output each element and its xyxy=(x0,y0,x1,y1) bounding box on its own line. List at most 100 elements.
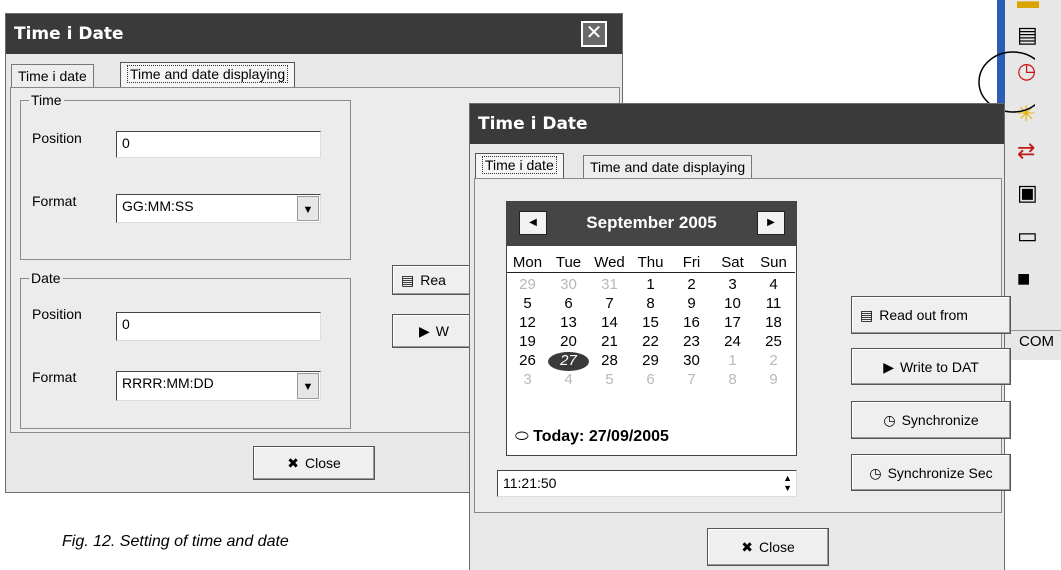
calendar-day[interactable]: 3 xyxy=(507,371,548,390)
calendar-day[interactable]: 3 xyxy=(712,276,753,295)
week-row: 29 30 31 1 2 3 4 xyxy=(507,276,795,295)
synchronize-sec-button[interactable]: ◷ Synchronize Sec xyxy=(851,454,1011,491)
format-label: Format xyxy=(32,369,77,385)
tab-time-i-date[interactable]: Time i date xyxy=(475,153,564,179)
calendar-day[interactable]: 7 xyxy=(671,371,712,390)
date-position-input[interactable]: 0 xyxy=(116,312,321,341)
position-label: Position xyxy=(32,130,82,146)
chevron-down-icon[interactable]: ▼ xyxy=(297,196,319,221)
calendar-day[interactable]: 5 xyxy=(589,371,630,390)
tab-time-and-date-displaying[interactable]: Time and date displaying xyxy=(583,155,753,179)
calendar-day[interactable]: 20 xyxy=(548,333,589,352)
selected-day[interactable]: 27 xyxy=(548,352,589,371)
tab-time-i-date[interactable]: Time i date xyxy=(11,64,94,88)
calendar-day[interactable]: 29 xyxy=(507,276,548,295)
close-icon[interactable]: ✕ xyxy=(581,21,607,47)
read-out-button[interactable]: ▤ Read out from xyxy=(851,296,1011,334)
position-label: Position xyxy=(32,306,82,322)
calendar-day[interactable]: 24 xyxy=(712,333,753,352)
clock-icon: ◷ xyxy=(869,465,882,481)
calendar-grid: Mon Tue Wed Thu Fri Sat Sun 29 30 31 1 2… xyxy=(507,254,795,390)
select-value: GG:MM:SS xyxy=(122,198,194,214)
today-link[interactable]: ⬭ Today: 27/09/2005 xyxy=(515,428,669,446)
calendar-day[interactable]: 30 xyxy=(671,352,712,371)
calendar-day[interactable]: 1 xyxy=(630,276,671,295)
spin-arrows-icon[interactable]: ▲ ▼ xyxy=(783,473,792,493)
time-input[interactable]: 11:21:50 ▲ ▼ xyxy=(497,470,797,497)
group-legend: Date xyxy=(29,270,63,286)
figure-caption: Fig. 12. Setting of time and date xyxy=(62,533,289,550)
week-row: 12 13 14 15 16 17 18 xyxy=(507,314,795,333)
calendar-day[interactable]: 21 xyxy=(589,333,630,352)
time-position-input[interactable]: 0 xyxy=(116,131,321,158)
calendar-day[interactable]: 11 xyxy=(753,295,794,314)
week-row: 19 20 21 22 23 24 25 xyxy=(507,333,795,352)
calendar-day[interactable]: 13 xyxy=(548,314,589,333)
calendar-day[interactable]: 8 xyxy=(712,371,753,390)
write-button[interactable]: ▶ Write to DAT xyxy=(851,348,1011,385)
time-format-select[interactable]: GG:MM:SS ▼ xyxy=(116,194,321,223)
calendar-day[interactable]: 19 xyxy=(507,333,548,352)
calendar-day[interactable]: 30 xyxy=(548,276,589,295)
calendar-header: September 2005 xyxy=(507,202,796,246)
weekday-label: Tue xyxy=(555,254,582,271)
calendar-day[interactable]: 6 xyxy=(548,295,589,314)
x-icon: ✖ xyxy=(741,539,753,555)
calendar-day[interactable]: 4 xyxy=(548,371,589,390)
week-row: 5 6 7 8 9 10 11 xyxy=(507,295,795,314)
left-arrow-icon[interactable]: ◀ xyxy=(519,211,547,235)
right-arrow-icon[interactable]: ▶ xyxy=(757,211,785,235)
calendar-day[interactable]: 8 xyxy=(630,295,671,314)
write-icon: ▶ xyxy=(883,359,894,375)
window-title: Time i Date xyxy=(6,14,622,54)
calendar-day[interactable]: 10 xyxy=(712,295,753,314)
calendar-day[interactable]: 18 xyxy=(753,314,794,333)
calendar-day[interactable]: 7 xyxy=(589,295,630,314)
tab-panel: September 2005 ◀ ▶ Mon Tue Wed Thu Fri S… xyxy=(474,178,1011,513)
calendar-day[interactable]: 23 xyxy=(671,333,712,352)
weekday-label: Mon xyxy=(512,254,543,271)
write-icon: ▶ xyxy=(419,323,430,339)
front-window: Time i Date Time i date Time and date di… xyxy=(469,103,1011,570)
calendar-day[interactable]: 4 xyxy=(753,276,794,295)
com-status: COM xyxy=(1019,333,1054,350)
calendar-day[interactable]: 25 xyxy=(753,333,794,352)
date-format-select[interactable]: RRRR:MM:DD ▼ xyxy=(116,371,321,401)
weekday-row: Mon Tue Wed Thu Fri Sat Sun xyxy=(507,254,795,273)
copy-icon[interactable]: ▣ xyxy=(1017,180,1049,212)
calendar-day[interactable]: 9 xyxy=(753,371,794,390)
weekday-label: Wed xyxy=(594,254,625,271)
calendar-day[interactable]: 6 xyxy=(630,371,671,390)
tab-time-and-date-displaying[interactable]: Time and date displaying xyxy=(120,62,296,88)
time-group: Time Position 0 Format GG:MM:SS ▼ xyxy=(20,92,351,260)
read-icon: ▤ xyxy=(401,272,415,288)
transfer-arrows-icon[interactable]: ⇄ xyxy=(1017,138,1049,170)
calendar-day[interactable]: 29 xyxy=(630,352,671,371)
save-icon[interactable]: ■ xyxy=(1017,266,1049,298)
calendar-day[interactable]: 17 xyxy=(712,314,753,333)
close-button[interactable]: ✖ Close xyxy=(707,528,829,566)
calendar-day[interactable]: 2 xyxy=(671,276,712,295)
calendar-day[interactable]: 12 xyxy=(507,314,548,333)
group-legend: Time xyxy=(29,92,64,108)
calendar-day[interactable]: 1 xyxy=(712,352,753,371)
synchronize-button[interactable]: ◷ Synchronize xyxy=(851,401,1011,439)
clock-icon: ◷ xyxy=(883,412,896,428)
calendar-day[interactable]: 5 xyxy=(507,295,548,314)
calendar-day[interactable]: 14 xyxy=(589,314,630,333)
close-button[interactable]: ✖ Close xyxy=(253,446,375,480)
calendar-day[interactable]: 15 xyxy=(630,314,671,333)
calendar-day[interactable]: 31 xyxy=(589,276,630,295)
date-group: Date Position 0 Format RRRR:MM:DD ▼ xyxy=(20,270,351,429)
folder-icon[interactable]: ▬ xyxy=(1017,0,1049,20)
calendar-day[interactable]: 9 xyxy=(671,295,712,314)
calendar-day[interactable]: 16 xyxy=(671,314,712,333)
calendar-day[interactable]: 26 xyxy=(507,352,548,371)
open-folder-icon[interactable]: ▭ xyxy=(1017,223,1049,255)
calendar-day[interactable]: 22 xyxy=(630,333,671,352)
calendar-day[interactable]: 2 xyxy=(753,352,794,371)
weekday-label: Thu xyxy=(637,254,664,271)
calendar-day[interactable]: 28 xyxy=(589,352,630,371)
tab-label: Time i date xyxy=(482,156,557,174)
chevron-down-icon[interactable]: ▼ xyxy=(297,373,319,399)
